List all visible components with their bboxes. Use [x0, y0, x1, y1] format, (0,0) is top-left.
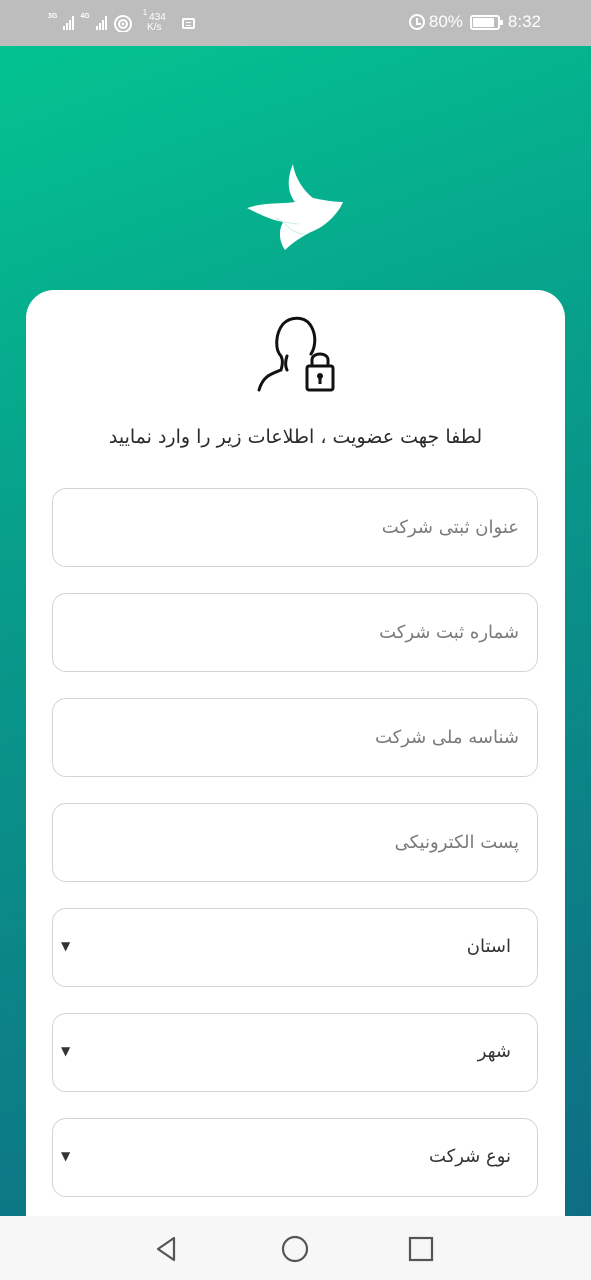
user-lock-icon: [257, 316, 335, 392]
signal-icon: [63, 16, 75, 30]
alarm-icon: [408, 14, 425, 30]
recents-square-icon[interactable]: [406, 1234, 436, 1264]
city-select[interactable]: شهر ▼: [52, 1013, 538, 1092]
intro-text: لطفا جهت عضویت ، اطلاعات زیر را وارد نما…: [108, 426, 483, 448]
speed-superscript: 1: [142, 8, 148, 17]
company-type-select-label: نوع شرکت: [428, 1146, 511, 1167]
status-bar: 3G 4G 1 434 K/s 80% 8:32: [0, 0, 591, 46]
status-left: 3G 4G 1 434 K/s: [48, 8, 195, 38]
speed-unit: K/s: [147, 22, 162, 33]
company-title-field[interactable]: [52, 488, 538, 567]
registration-number-field[interactable]: [52, 593, 538, 672]
chevron-down-icon: ▼: [61, 939, 71, 953]
registration-card: لطفا جهت عضویت ، اطلاعات زیر را وارد نما…: [26, 290, 565, 1250]
network-type-3g: 3G: [48, 12, 58, 20]
clock-time: 8:32: [507, 12, 541, 31]
system-nav-bar: [0, 1216, 591, 1280]
email-field[interactable]: [52, 803, 538, 882]
wifi-icon: [113, 15, 132, 32]
back-triangle-icon[interactable]: [152, 1234, 182, 1264]
national-id-field[interactable]: [52, 698, 538, 777]
email-input[interactable]: [71, 804, 519, 881]
chevron-down-icon: ▼: [61, 1149, 71, 1163]
province-select-label: استان: [466, 936, 511, 957]
battery-icon: [469, 14, 503, 30]
message-icon: [181, 17, 195, 29]
bird-logo-icon: [247, 164, 343, 250]
company-type-select[interactable]: نوع شرکت ▼: [52, 1118, 538, 1197]
status-right: 80% 8:32: [408, 12, 541, 32]
city-select-label: شهر: [477, 1041, 511, 1062]
battery-percent: 80%: [428, 12, 463, 31]
network-type-4g: 4G: [80, 12, 90, 20]
registration-number-input[interactable]: [71, 594, 519, 671]
signal-icon: [95, 16, 107, 30]
network-speed: 1 434 K/s: [143, 8, 166, 33]
company-title-input[interactable]: [71, 489, 519, 566]
home-circle-icon[interactable]: [280, 1234, 310, 1264]
national-id-input[interactable]: [71, 699, 519, 776]
chevron-down-icon: ▼: [61, 1044, 71, 1058]
province-select[interactable]: استان ▼: [52, 908, 538, 987]
